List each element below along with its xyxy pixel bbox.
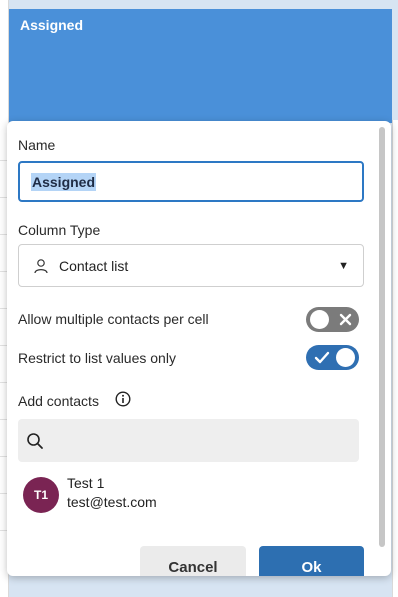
column-settings-dialog: Name Assigned Column Type Contact list ▼… (7, 121, 391, 576)
restrict-label: Restrict to list values only (18, 350, 176, 366)
column-type-value: Contact list (59, 257, 129, 274)
column-type-label: Column Type (18, 222, 101, 238)
search-icon (27, 432, 43, 449)
background-grid-right (392, 120, 398, 597)
avatar: T1 (23, 477, 59, 513)
chevron-down-icon: ▼ (338, 259, 349, 272)
cancel-button[interactable]: Cancel (140, 546, 246, 576)
name-input[interactable]: Assigned (18, 161, 364, 202)
close-icon (339, 307, 352, 332)
contact-search-input[interactable] (18, 419, 359, 462)
info-icon[interactable] (115, 391, 131, 407)
allow-multiple-label: Allow multiple contacts per cell (18, 311, 209, 327)
contact-name: Test 1 (67, 475, 105, 491)
restrict-toggle[interactable] (306, 345, 359, 370)
ok-button[interactable]: Ok (259, 546, 364, 576)
check-icon (314, 345, 330, 370)
person-icon (34, 258, 48, 273)
toggle-knob (310, 310, 329, 329)
add-contacts-label: Add contacts (18, 393, 99, 409)
contact-list-item[interactable]: T1 Test 1 test@test.com (18, 470, 359, 520)
contact-email: test@test.com (67, 494, 157, 510)
scrollbar[interactable] (379, 127, 385, 547)
allow-multiple-toggle[interactable] (306, 307, 359, 332)
column-type-select[interactable]: Contact list ▼ (18, 244, 364, 287)
toggle-knob (336, 348, 355, 367)
name-input-value: Assigned (31, 172, 97, 191)
column-header-title: Assigned (20, 17, 84, 33)
column-header[interactable]: Assigned (9, 9, 392, 123)
name-label: Name (18, 137, 56, 153)
